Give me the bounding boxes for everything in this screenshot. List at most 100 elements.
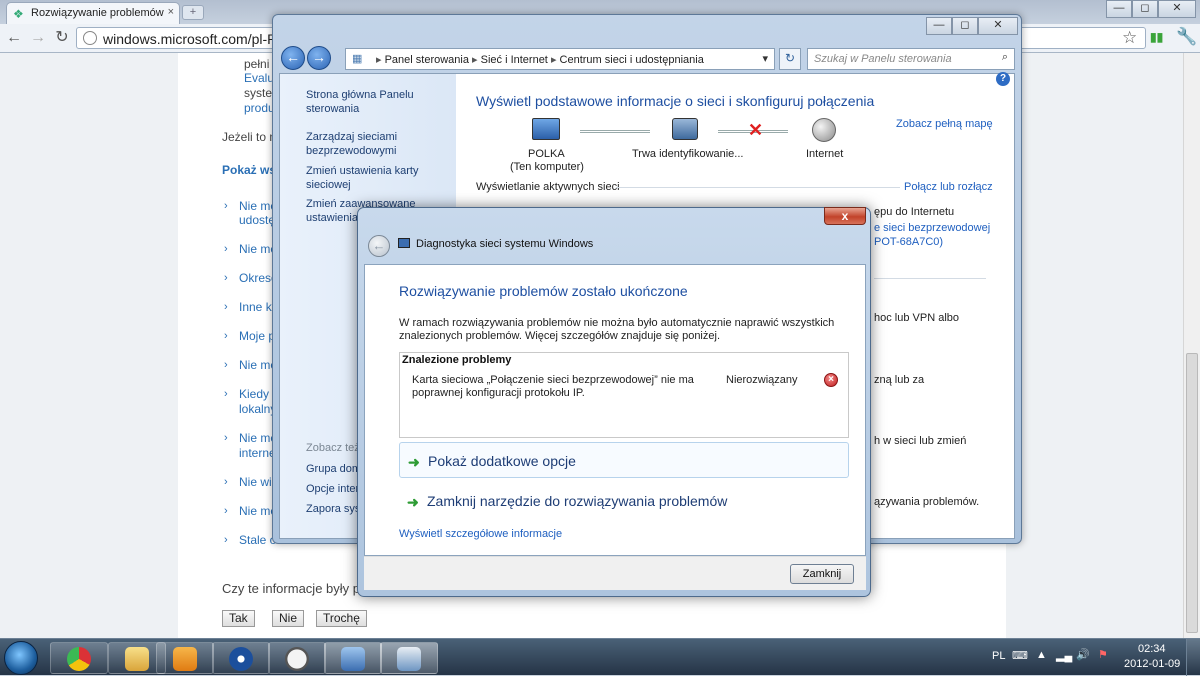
- page-heading: Wyświetl podstawowe informacje o sieci i…: [476, 93, 875, 109]
- task-text: zną lub za: [874, 374, 925, 386]
- taskbar-diagnostics-button[interactable]: [380, 642, 438, 674]
- start-button[interactable]: [4, 641, 38, 675]
- connect-disconnect-link[interactable]: Połącz lub rozłącz: [904, 181, 993, 193]
- active-networks-label: Wyświetlanie aktywnych sieci: [476, 181, 620, 193]
- problem-status: Nierozwiązany: [726, 374, 798, 386]
- sidebar-item-adapter[interactable]: Zmień ustawienia karty sieciowej: [306, 164, 446, 192]
- web-link[interactable]: produ: [244, 101, 275, 115]
- signal-extension-icon[interactable]: ▮▮: [1150, 30, 1163, 44]
- yes-button[interactable]: Tak: [222, 610, 255, 627]
- list-item[interactable]: Moje p: [239, 329, 275, 343]
- error-icon: ×: [824, 373, 838, 387]
- dialog-description: W ramach rozwiązywania problemów nie moż…: [399, 317, 835, 342]
- web-text: Jeżeli to m: [222, 130, 280, 144]
- cp-minimize-button[interactable]: —: [926, 17, 952, 35]
- cp-back-icon[interactable]: ←: [281, 46, 305, 70]
- cp-forward-icon[interactable]: →: [307, 46, 331, 70]
- help-icon[interactable]: ?: [996, 72, 1010, 86]
- access-type-text: ępu do Internetu: [874, 206, 955, 218]
- show-more-options-button[interactable]: ➜ Pokaż dodatkowe opcje: [399, 442, 849, 478]
- no-button[interactable]: Nie: [272, 610, 305, 627]
- taskbar-control-panel-button[interactable]: [324, 642, 382, 674]
- wrench-icon[interactable]: 🔧: [1176, 27, 1197, 47]
- language-indicator[interactable]: PL: [992, 650, 1005, 662]
- taskbar-clock-app-button[interactable]: [268, 642, 326, 674]
- chevron-right-icon: ›: [224, 505, 228, 517]
- globe-icon: [83, 31, 97, 45]
- chevron-down-icon[interactable]: ▾: [762, 52, 768, 65]
- sidebar-item-internet-options[interactable]: Opcje inter: [306, 482, 359, 496]
- dialog-header: ← Diagnostyka sieci systemu Windows: [364, 230, 866, 264]
- volume-icon[interactable]: 🔊: [1076, 648, 1090, 661]
- list-item[interactable]: Stale o: [239, 533, 276, 547]
- taskbar-media-button[interactable]: [156, 642, 214, 674]
- feedback-question: Czy te informacje były pr: [222, 581, 365, 596]
- action-center-icon[interactable]: ⚑: [1098, 648, 1108, 661]
- control-panel-icon: ▦: [352, 53, 363, 65]
- back-icon[interactable]: ←: [4, 29, 24, 49]
- chevron-right-icon: ›: [224, 359, 228, 371]
- task-text: ązywania problemów.: [874, 496, 980, 508]
- forward-icon[interactable]: →: [28, 29, 48, 49]
- network-tray-icon[interactable]: ▂▄: [1056, 649, 1072, 662]
- close-button[interactable]: Zamknij: [790, 564, 854, 584]
- scrollbar-thumb[interactable]: [1186, 353, 1198, 633]
- wireless-connection-link-2[interactable]: POT-68A7C0): [874, 236, 943, 248]
- taskbar-chrome-button[interactable]: [50, 642, 108, 674]
- browser-tab[interactable]: ❖ Rozwiązywanie problemów ×: [6, 2, 180, 24]
- details-link[interactable]: Wyświetl szczegółowe informacje: [399, 528, 562, 540]
- browser-close-button[interactable]: ✕: [1158, 0, 1196, 18]
- clock-date[interactable]: 2012-01-09: [1124, 658, 1180, 670]
- search-icon[interactable]: ⌕: [1002, 51, 1008, 64]
- tab-close-button[interactable]: ×: [168, 6, 174, 18]
- taskbar-user-button[interactable]: [212, 642, 270, 674]
- dialog-back-icon[interactable]: ←: [368, 235, 390, 257]
- show-desktop-button[interactable]: [1186, 639, 1200, 676]
- breadcrumb[interactable]: ▦ ▸ Panel sterowania ▸ Sieć i Internet ▸…: [345, 48, 775, 70]
- page-scrollbar[interactable]: [1183, 53, 1200, 638]
- breadcrumb-item[interactable]: Centrum sieci i udostępniania: [560, 54, 704, 66]
- option-label: Pokaż dodatkowe opcje: [428, 453, 576, 469]
- list-item[interactable]: lokalny: [239, 402, 276, 416]
- cp-close-button[interactable]: ✕: [978, 17, 1018, 35]
- clock-time[interactable]: 02:34: [1138, 643, 1166, 655]
- breadcrumb-item[interactable]: Panel sterowania: [385, 54, 469, 66]
- url-text: windows.microsoft.com/pl-PL: [103, 31, 285, 47]
- close-troubleshooter-button[interactable]: ➜ Zamknij narzędzie do rozwiązywania pro…: [399, 483, 849, 519]
- refresh-icon[interactable]: ↻: [779, 48, 801, 70]
- keyboard-icon[interactable]: ⌨: [1012, 649, 1028, 662]
- web-text: syste: [244, 86, 273, 100]
- reload-icon[interactable]: ↻: [52, 29, 72, 49]
- dialog-close-button[interactable]: x: [824, 207, 866, 225]
- wireless-connection-link[interactable]: e sieci bezprzewodowej: [874, 222, 990, 234]
- browser-minimize-button[interactable]: —: [1106, 0, 1132, 18]
- option-label: Zamknij narzędzie do rozwiązywania probl…: [427, 493, 728, 509]
- cp-search-input[interactable]: Szukaj w Panelu sterowania ⌕: [807, 48, 1015, 70]
- sidebar-item-homegroup[interactable]: Grupa dom: [306, 462, 361, 476]
- web-link[interactable]: Evalu: [244, 71, 274, 85]
- chevron-right-icon: ›: [224, 388, 228, 400]
- task-text: h w sieci lub zmień: [874, 435, 967, 447]
- chevron-right-icon: ›: [224, 476, 228, 488]
- cp-search-placeholder: Szukaj w Panelu sterowania: [814, 53, 952, 65]
- chevron-right-icon: ›: [224, 272, 228, 284]
- sidebar-item-firewall[interactable]: Zapora syst: [306, 502, 363, 516]
- connection-line: [580, 130, 650, 133]
- list-item[interactable]: udostę: [239, 213, 275, 227]
- sidebar-item-wireless[interactable]: Zarządzaj sieciami bezprzewodowymi: [306, 130, 446, 158]
- bookmark-star-icon[interactable]: ☆: [1122, 28, 1137, 48]
- node-computer-name: POLKA: [528, 148, 565, 160]
- sidebar-item-home[interactable]: Strona główna Panelu sterowania: [306, 88, 446, 116]
- list-item[interactable]: interne: [239, 446, 276, 460]
- problems-header: Znalezione problemy: [402, 354, 512, 366]
- somewhat-button[interactable]: Trochę: [316, 610, 367, 627]
- cp-maximize-button[interactable]: ◻: [952, 17, 978, 35]
- full-map-link[interactable]: Zobacz pełną mapę: [896, 118, 993, 130]
- browser-maximize-button[interactable]: ◻: [1132, 0, 1158, 18]
- dialog-content: Rozwiązywanie problemów zostało ukończon…: [364, 264, 866, 556]
- show-hidden-icons[interactable]: ▲: [1036, 649, 1047, 661]
- breadcrumb-item[interactable]: Sieć i Internet: [481, 54, 548, 66]
- problems-box: Znalezione problemy Karta sieciowa „Połą…: [399, 352, 849, 438]
- show-all-link[interactable]: Pokaż ws: [222, 163, 276, 177]
- new-tab-button[interactable]: +: [182, 5, 204, 20]
